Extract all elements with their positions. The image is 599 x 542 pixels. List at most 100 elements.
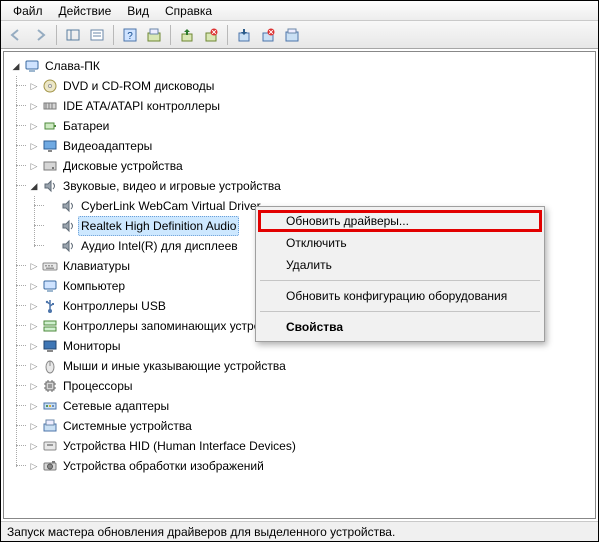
tb-remove-button[interactable] bbox=[257, 24, 279, 46]
tree-twisty-icon[interactable]: ▷ bbox=[28, 340, 40, 352]
tree-twisty-icon[interactable]: ◢ bbox=[28, 180, 40, 192]
tree-item-label: Мыши и иные указывающие устройства bbox=[60, 356, 289, 376]
hid-icon bbox=[42, 438, 58, 454]
storagectrl-icon bbox=[42, 318, 58, 334]
tree-twisty-icon[interactable]: ▷ bbox=[28, 440, 40, 452]
tree-item-label: Батареи bbox=[60, 116, 112, 136]
tree-twisty-icon[interactable]: ▷ bbox=[28, 100, 40, 112]
tree-item-label: Мониторы bbox=[60, 336, 123, 356]
tree-twisty-icon[interactable]: ▷ bbox=[28, 300, 40, 312]
tree-twisty-icon[interactable]: ▷ bbox=[28, 120, 40, 132]
svg-text:?: ? bbox=[127, 31, 133, 42]
monitor-icon bbox=[42, 338, 58, 354]
tree-twisty-icon[interactable]: ▷ bbox=[28, 260, 40, 272]
nav-forward-button[interactable] bbox=[29, 24, 51, 46]
tree-item[interactable]: ▷Сетевые адаптеры bbox=[28, 396, 593, 416]
nav-back-button[interactable] bbox=[5, 24, 27, 46]
tree-item[interactable]: ▷Дисковые устройства bbox=[28, 156, 593, 176]
network-icon bbox=[42, 398, 58, 414]
tree-item[interactable]: ▷ Системные устройства bbox=[28, 416, 593, 436]
tree-twisty-icon[interactable]: ▷ bbox=[28, 400, 40, 412]
display-icon bbox=[42, 138, 58, 154]
tb-help-button[interactable]: ? bbox=[119, 24, 141, 46]
tree-item-label: Realtek High Definition Audio bbox=[78, 216, 239, 236]
toolbar: ? bbox=[1, 21, 598, 49]
tree-item-label: Звуковые, видео и игровые устройства bbox=[60, 176, 284, 196]
menu-view[interactable]: Вид bbox=[119, 2, 157, 20]
cpu-icon bbox=[42, 378, 58, 394]
tree-twisty-icon[interactable]: ▷ bbox=[28, 460, 40, 472]
tb-disable-button[interactable] bbox=[233, 24, 255, 46]
tree-item-label: Компьютер bbox=[60, 276, 128, 296]
context-menu-item[interactable]: Удалить bbox=[258, 254, 542, 276]
tree-twisty-icon[interactable]: ▷ bbox=[28, 420, 40, 432]
tree-item[interactable]: ▷ Процессоры bbox=[28, 376, 593, 396]
tb-properties-button[interactable] bbox=[86, 24, 108, 46]
toolbar-separator bbox=[170, 25, 171, 45]
tree-item[interactable]: ▷ Устройства HID (Human Interface Devices… bbox=[28, 436, 593, 456]
audio-icon bbox=[60, 238, 76, 254]
tree-item[interactable]: ▷ Устройства обработки изображений bbox=[28, 456, 593, 476]
tree-twisty-icon[interactable]: ▷ bbox=[28, 160, 40, 172]
tree-item-label: Клавиатуры bbox=[60, 256, 133, 276]
tree-item[interactable]: ▷ Мыши и иные указывающие устройства bbox=[28, 356, 593, 376]
tree-item-label: Устройства обработки изображений bbox=[60, 456, 267, 476]
tree-twisty-icon[interactable]: ▷ bbox=[28, 380, 40, 392]
context-menu-item[interactable]: Отключить bbox=[258, 232, 542, 254]
audio-icon bbox=[60, 198, 76, 214]
tree-twisty-icon[interactable]: ▷ bbox=[28, 280, 40, 292]
context-menu-item[interactable]: Обновить драйверы... bbox=[258, 210, 542, 232]
status-bar: Запуск мастера обновления драйверов для … bbox=[1, 521, 598, 541]
tree-twisty-icon[interactable]: ▷ bbox=[28, 360, 40, 372]
tree-item[interactable]: ◢ Звуковые, видео и игровые устройства bbox=[28, 176, 593, 196]
tree-item[interactable]: ▷ Видеоадаптеры bbox=[28, 136, 593, 156]
tree-item-label: Системные устройства bbox=[60, 416, 195, 436]
audio-icon bbox=[42, 178, 58, 194]
toolbar-separator bbox=[113, 25, 114, 45]
tb-scan-button[interactable] bbox=[143, 24, 165, 46]
audio-icon bbox=[60, 218, 76, 234]
tree-item-label: Видеоадаптеры bbox=[60, 136, 155, 156]
menu-file[interactable]: Файл bbox=[5, 2, 51, 20]
tree-root-label: Слава-ПК bbox=[42, 56, 103, 76]
battery-icon bbox=[42, 118, 58, 134]
context-menu-item[interactable]: Обновить конфигурацию оборудования bbox=[258, 285, 542, 307]
tb-show-hide-button[interactable] bbox=[62, 24, 84, 46]
tb-update-driver-button[interactable] bbox=[176, 24, 198, 46]
tree-item-label: IDE ATA/ATAPI контроллеры bbox=[60, 96, 223, 116]
tree-root-item[interactable]: ◢ Слава-ПК bbox=[10, 56, 593, 76]
tree-item-label: CyberLink WebCam Virtual Driver bbox=[78, 196, 264, 216]
context-menu: Обновить драйверы...ОтключитьУдалить Обно… bbox=[255, 206, 545, 342]
disk-icon bbox=[42, 158, 58, 174]
menu-action[interactable]: Действие bbox=[51, 2, 120, 20]
tb-refresh-button[interactable] bbox=[281, 24, 303, 46]
tree-item-label: Процессоры bbox=[60, 376, 136, 396]
tree-twisty-icon[interactable]: ▷ bbox=[28, 80, 40, 92]
tree-item-label: Контроллеры запоминающих устройств bbox=[60, 316, 288, 336]
tree-twisty-icon[interactable]: ▷ bbox=[28, 140, 40, 152]
tree-item-label: Устройства HID (Human Interface Devices) bbox=[60, 436, 299, 456]
status-text: Запуск мастера обновления драйверов для … bbox=[7, 525, 395, 539]
context-menu-separator bbox=[260, 311, 540, 312]
system-icon bbox=[42, 418, 58, 434]
menu-help[interactable]: Справка bbox=[157, 2, 220, 20]
tb-uninstall-button[interactable] bbox=[200, 24, 222, 46]
keyboard-icon bbox=[42, 258, 58, 274]
tree-item-label: Аудио Intel(R) для дисплеев bbox=[78, 236, 241, 256]
tree-item-label: DVD и CD-ROM дисководы bbox=[60, 76, 217, 96]
ide-icon bbox=[42, 98, 58, 114]
computer-icon bbox=[42, 278, 58, 294]
context-menu-item[interactable]: Свойства bbox=[258, 316, 542, 338]
tree-item[interactable]: ▷ DVD и CD-ROM дисководы bbox=[28, 76, 593, 96]
mouse-icon bbox=[42, 358, 58, 374]
tree-twisty-icon[interactable]: ◢ bbox=[10, 60, 22, 72]
toolbar-separator bbox=[56, 25, 57, 45]
tree-item[interactable]: ▷ IDE ATA/ATAPI контроллеры bbox=[28, 96, 593, 116]
cdrom-icon bbox=[42, 78, 58, 94]
tree-item-label: Контроллеры USB bbox=[60, 296, 169, 316]
context-menu-separator bbox=[260, 280, 540, 281]
tree-twisty-icon[interactable]: ▷ bbox=[28, 320, 40, 332]
imaging-icon bbox=[42, 458, 58, 474]
computer-icon bbox=[24, 58, 40, 74]
tree-item[interactable]: ▷ Батареи bbox=[28, 116, 593, 136]
